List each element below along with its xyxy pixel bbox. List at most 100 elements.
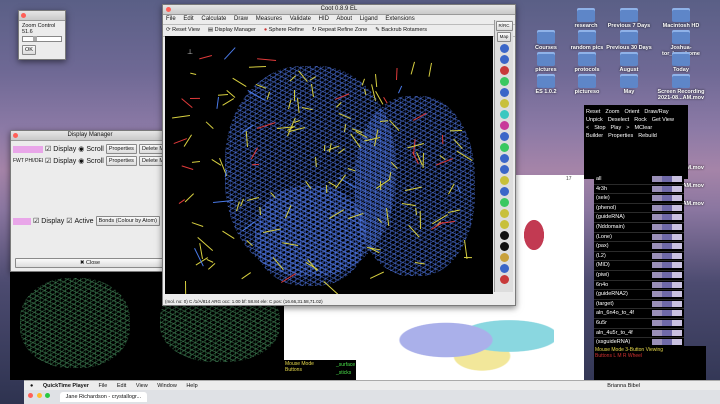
object-action-buttons[interactable] (652, 233, 682, 240)
pymol-button[interactable]: Play (611, 125, 622, 131)
pymol-object-row[interactable]: (guideRNA) (594, 213, 684, 223)
object-action-buttons[interactable] (652, 204, 682, 211)
menu-edit[interactable]: Edit (183, 16, 193, 22)
desktop-icon[interactable]: Macintosh HD (655, 8, 707, 29)
coot-tool-icon[interactable] (499, 132, 509, 141)
menu-calculate[interactable]: Calculate (201, 16, 226, 22)
pymol-button[interactable]: Deselect (608, 117, 629, 123)
browser-tab[interactable]: Jane Richardson - crystallogr... (59, 392, 148, 402)
pymol-object-row[interactable]: (Lone) (594, 233, 684, 243)
pymol-object-row[interactable]: (piwi) (594, 271, 684, 281)
coot-tool-icon[interactable] (499, 154, 509, 163)
object-action-buttons[interactable] (652, 319, 682, 326)
object-action-buttons[interactable] (652, 262, 682, 269)
object-action-buttons[interactable] (652, 291, 682, 298)
desktop-icon[interactable]: Today (655, 52, 707, 73)
menu-validate[interactable]: Validate (290, 16, 311, 22)
pymol-button[interactable]: Orient (624, 109, 639, 115)
object-action-buttons[interactable] (652, 214, 682, 221)
apple-icon[interactable]: ● (30, 383, 33, 389)
coot-tool-icon[interactable] (499, 253, 509, 262)
pymol-object-row[interactable]: (pax) (594, 242, 684, 252)
close-dot-icon[interactable] (21, 13, 26, 18)
pymol-object-row[interactable]: 6u5r (594, 319, 684, 329)
pymol-button[interactable]: < (586, 125, 589, 131)
pymol-button[interactable]: Builder (586, 133, 603, 139)
coot-tool-icon[interactable] (499, 231, 509, 240)
desktop-icon[interactable]: Previous 7 Days (603, 8, 655, 29)
properties-button[interactable]: Properties (105, 156, 137, 166)
object-action-buttons[interactable] (652, 243, 682, 250)
pymol-button[interactable]: Draw/Ray (644, 109, 668, 115)
zoom-ok-button[interactable]: OK (22, 45, 36, 55)
display-checkbox[interactable]: ☑ (33, 217, 39, 225)
coot-tool-icon[interactable] (499, 242, 509, 251)
menu-hid[interactable]: HID (319, 16, 329, 22)
coot-tool-icon[interactable] (499, 220, 509, 229)
pymol-button[interactable]: Rebuild (638, 133, 657, 139)
menu-measures[interactable]: Measures (256, 16, 282, 22)
pymol-button[interactable]: Rock (634, 117, 647, 123)
close-dot-icon[interactable] (28, 393, 33, 398)
menu-ligand[interactable]: Ligand (360, 16, 378, 22)
object-action-buttons[interactable] (652, 176, 682, 182)
pymol-object-row[interactable]: (phenol) (594, 204, 684, 214)
object-action-buttons[interactable] (652, 195, 682, 202)
menu-extensions[interactable]: Extensions (385, 16, 414, 22)
display-manager-button[interactable]: ▤ Display Manager (208, 25, 256, 36)
sphere-refine-button[interactable]: ● Sphere Refine (264, 25, 304, 36)
object-action-buttons[interactable] (652, 252, 682, 259)
display-checkbox[interactable]: ☑ (45, 157, 51, 165)
coot-tool-icon[interactable] (499, 44, 509, 53)
properties-button[interactable]: Properties (105, 144, 137, 154)
object-action-buttons[interactable] (652, 329, 682, 336)
pymol-object-row[interactable]: (MID) (594, 261, 684, 271)
object-action-buttons[interactable] (652, 223, 682, 230)
menu-about[interactable]: About (336, 16, 352, 22)
scroll-radio[interactable]: ◉ (78, 145, 84, 153)
object-action-buttons[interactable] (652, 281, 682, 288)
menu-window[interactable]: Window (157, 383, 177, 389)
close-button[interactable]: ✖ Close (15, 258, 165, 268)
menu-view[interactable]: View (136, 383, 148, 389)
pymol-object-row[interactable]: 6n4o (594, 281, 684, 291)
app-name[interactable]: QuickTime Player (43, 383, 89, 389)
pymol-button[interactable]: Stop (594, 125, 605, 131)
coot-tool-icon[interactable] (499, 176, 509, 185)
rrc-button[interactable]: R/RC (495, 21, 513, 31)
coot-tool-icon[interactable] (499, 66, 509, 75)
object-action-buttons[interactable] (652, 271, 682, 278)
pymol-button[interactable]: Get View (652, 117, 674, 123)
pymol-object-row[interactable]: (target) (594, 300, 684, 310)
pymol-object-row[interactable]: all (594, 175, 684, 185)
pymol-button[interactable]: Zoom (605, 109, 619, 115)
pymol-object-row[interactable]: aln_6n4o_to_4f (594, 309, 684, 319)
menu-file[interactable]: File (98, 383, 107, 389)
minimize-dot-icon[interactable] (36, 393, 42, 398)
close-dot-icon[interactable] (13, 133, 18, 138)
pymol-object-row[interactable]: (sele) (594, 194, 684, 204)
pymol-button[interactable]: Unpick (586, 117, 603, 123)
pymol-button[interactable]: > (626, 125, 629, 131)
coot-tool-icon[interactable] (499, 187, 509, 196)
coot-tool-icon[interactable] (499, 165, 509, 174)
pymol-button[interactable]: Properties (608, 133, 633, 139)
map-button[interactable]: Map (496, 32, 512, 42)
pymol-object-row[interactable]: (guideRNA2) (594, 290, 684, 300)
object-action-buttons[interactable] (652, 185, 682, 192)
coot-tool-icon[interactable] (499, 99, 509, 108)
coot-graphics-canvas[interactable]: ⊥ (165, 36, 493, 294)
coot-tool-icon[interactable] (499, 77, 509, 86)
bonds-button[interactable]: Bonds (Colour by Atom) (95, 216, 160, 226)
coot-tool-icon[interactable] (499, 88, 509, 97)
backrub-rotamers-button[interactable]: ✎ Backrub Rotamers (375, 25, 427, 36)
pymol-object-row[interactable]: aln_4u5r_to_4f (594, 329, 684, 339)
coot-tool-icon[interactable] (499, 275, 509, 284)
pymol-object-row[interactable]: (L2) (594, 252, 684, 262)
desktop-icon[interactable]: August (603, 52, 655, 73)
coot-tool-icon[interactable] (499, 143, 509, 152)
close-dot-icon[interactable] (166, 7, 171, 12)
desktop-icon[interactable]: Previous 30 Days (603, 30, 655, 51)
coot-tool-icon[interactable] (499, 110, 509, 119)
object-action-buttons[interactable] (652, 310, 682, 317)
